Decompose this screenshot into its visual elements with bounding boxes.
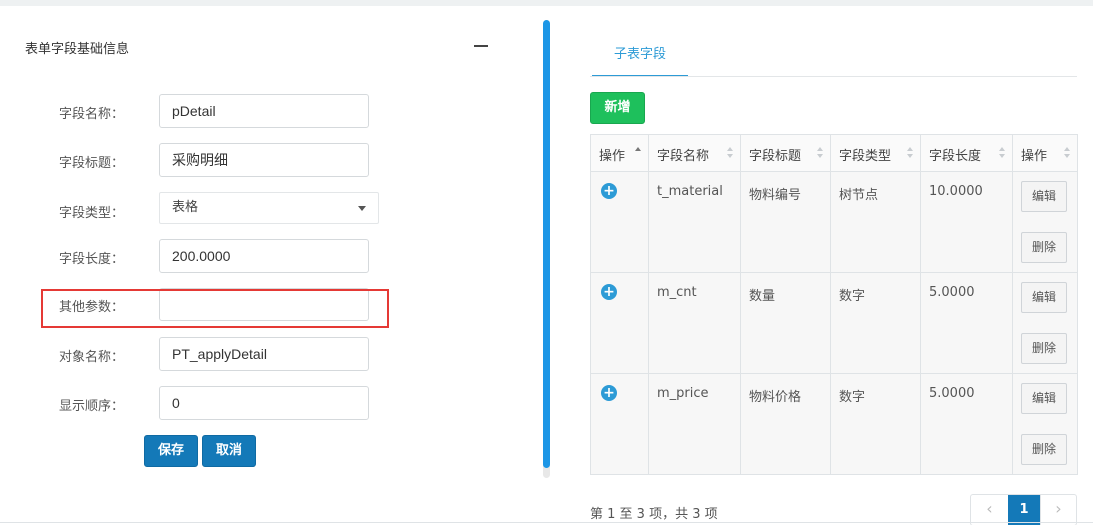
cell-name: t_material	[648, 171, 741, 273]
pagination: ‹ 1 ›	[970, 494, 1077, 525]
cell-length: 5.0000	[920, 272, 1013, 374]
form-row-field-length: 字段长度： 200.0000	[0, 239, 540, 273]
column-header-length[interactable]: 字段长度	[920, 134, 1013, 172]
column-header-label: 操作	[1021, 149, 1048, 164]
form-row-object-name: 对象名称： PT_applyDetail	[0, 337, 540, 371]
edit-button[interactable]: 编辑	[1021, 181, 1067, 212]
expand-plus-icon[interactable]: +	[601, 284, 617, 300]
field-name-label: 字段名称：	[59, 107, 125, 122]
tab-divider	[590, 76, 1077, 77]
edit-button[interactable]: 编辑	[1021, 282, 1067, 313]
chevron-down-icon	[358, 206, 366, 211]
cell-actions: 编辑 删除	[1012, 373, 1078, 475]
expand-plus-icon[interactable]: +	[601, 183, 617, 199]
column-header-label: 字段名称	[657, 149, 710, 164]
form-row-field-type: 字段类型： 表格	[0, 192, 540, 226]
sort-icon	[907, 147, 914, 159]
sort-icon	[727, 147, 734, 159]
display-order-label: 显示顺序：	[59, 399, 125, 414]
expand-plus-icon[interactable]: +	[601, 385, 617, 401]
column-header-label: 字段类型	[839, 149, 892, 164]
form-row-display-order: 显示顺序： 0	[0, 386, 540, 420]
display-order-input[interactable]: 0	[159, 386, 369, 420]
cell-length: 5.0000	[920, 373, 1013, 475]
column-header-label: 操作	[599, 149, 626, 164]
field-length-label: 字段长度：	[59, 252, 125, 267]
column-header-title[interactable]: 字段标题	[740, 134, 831, 172]
current-page-button[interactable]: 1	[1008, 495, 1040, 525]
column-header-name[interactable]: 字段名称	[648, 134, 741, 172]
column-header-label: 字段标题	[749, 149, 802, 164]
table-row: + m_price 物料价格 数字 5.0000 编辑 删除	[590, 373, 1078, 475]
cell-actions: 编辑 删除	[1012, 171, 1078, 273]
delete-button[interactable]: 删除	[1021, 232, 1067, 263]
cell-actions: 编辑 删除	[1012, 272, 1078, 374]
scrollbar-thumb[interactable]	[543, 20, 550, 468]
prev-page-button[interactable]: ‹	[971, 495, 1008, 525]
field-length-input[interactable]: 200.0000	[159, 239, 369, 273]
expand-cell: +	[590, 373, 649, 475]
cell-title: 数量	[740, 272, 831, 374]
column-header-action[interactable]: 操作	[590, 134, 649, 172]
cell-type: 树节点	[830, 171, 921, 273]
sort-icon	[817, 147, 824, 159]
field-title-input[interactable]: 采购明细	[159, 143, 369, 177]
cell-length: 10.0000	[920, 171, 1013, 273]
save-button[interactable]: 保存	[144, 435, 198, 467]
table-row: + m_cnt 数量 数字 5.0000 编辑 删除	[590, 272, 1078, 374]
expand-cell: +	[590, 272, 649, 374]
edit-button[interactable]: 编辑	[1021, 383, 1067, 414]
collapse-icon[interactable]	[474, 45, 488, 47]
next-page-button[interactable]: ›	[1040, 495, 1076, 525]
cell-type: 数字	[830, 272, 921, 374]
cell-type: 数字	[830, 373, 921, 475]
table-row: + t_material 物料编号 树节点 10.0000 编辑 删除	[590, 171, 1078, 273]
top-bar	[0, 0, 1093, 6]
cell-title: 物料价格	[740, 373, 831, 475]
sort-asc-icon	[635, 147, 642, 159]
object-name-label: 对象名称：	[59, 350, 125, 365]
pagination-info: 第 1 至 3 项，共 3 项	[590, 507, 718, 522]
sort-icon	[1064, 147, 1071, 159]
bottom-divider	[0, 522, 1093, 523]
section-title: 表单字段基础信息	[25, 42, 130, 57]
cell-title: 物料编号	[740, 171, 831, 273]
cell-name: m_price	[648, 373, 741, 475]
delete-button[interactable]: 删除	[1021, 434, 1067, 465]
column-header-label: 字段长度	[929, 149, 982, 164]
table-header-row: 操作 字段名称 字段标题 字段类型 字段长度 操作	[590, 134, 1078, 172]
cell-name: m_cnt	[648, 272, 741, 374]
cancel-button[interactable]: 取消	[202, 435, 256, 467]
column-header-ops[interactable]: 操作	[1012, 134, 1078, 172]
subtable-grid: 操作 字段名称 字段标题 字段类型 字段长度 操作 + t_material 物…	[590, 134, 1078, 475]
field-type-select[interactable]: 表格	[159, 192, 379, 224]
field-type-label: 字段类型：	[59, 206, 125, 221]
tab-subtable-fields[interactable]: 子表字段	[592, 37, 688, 77]
sort-icon	[999, 147, 1006, 159]
form-row-field-title: 字段标题： 采购明细	[0, 143, 540, 177]
delete-button[interactable]: 删除	[1021, 333, 1067, 364]
field-title-label: 字段标题：	[59, 156, 125, 171]
expand-cell: +	[590, 171, 649, 273]
field-type-value: 表格	[172, 200, 199, 215]
highlight-annotation	[41, 289, 389, 328]
object-name-input[interactable]: PT_applyDetail	[159, 337, 369, 371]
column-header-type[interactable]: 字段类型	[830, 134, 921, 172]
add-button[interactable]: 新增	[590, 92, 645, 124]
field-name-input[interactable]: pDetail	[159, 94, 369, 128]
form-row-field-name: 字段名称： pDetail	[0, 94, 540, 128]
